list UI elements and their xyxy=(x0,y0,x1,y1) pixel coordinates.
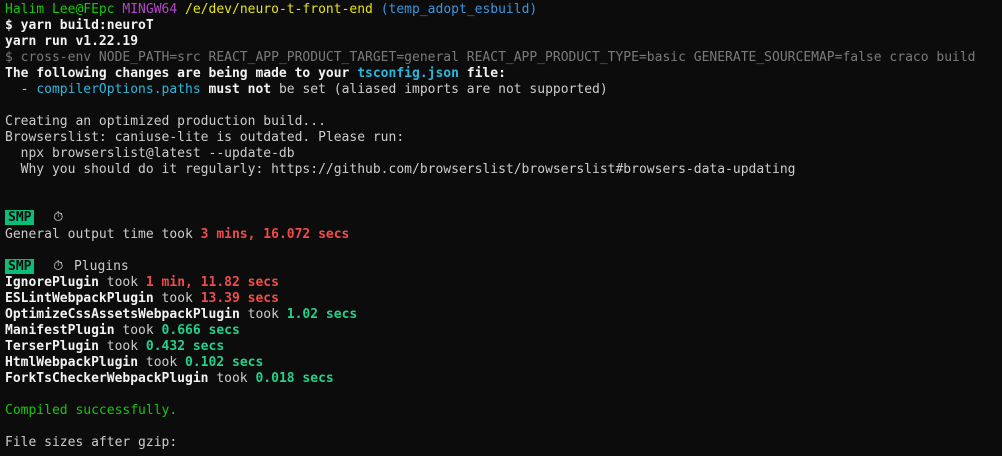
took-text: took xyxy=(98,275,146,290)
prompt-line: Halim Lee@FEpc MINGW64 /e/dev/neuro-t-fr… xyxy=(5,2,537,18)
creating-build: Creating an optimized production build..… xyxy=(5,114,326,129)
plugin-name: ForkTsCheckerWebpackPlugin xyxy=(5,371,209,386)
general-label: General output time took xyxy=(5,227,201,242)
prompt-symbol: $ xyxy=(5,18,13,33)
took-text: took xyxy=(239,307,287,322)
compiler-option: compilerOptions.paths xyxy=(36,82,201,97)
plugin-row: ForkTsCheckerWebpackPlugin took 0.018 se… xyxy=(5,371,334,387)
file-sizes-label: File sizes after gzip: xyxy=(5,435,178,450)
prompt-shell: MINGW64 xyxy=(122,2,178,17)
plugins-label: Plugins xyxy=(73,259,129,274)
took-text: took xyxy=(153,291,201,306)
yarn-version: yarn run v1.22.19 xyxy=(5,34,139,49)
script-command: $ cross-env NODE_PATH=src REACT_APP_PROD… xyxy=(5,50,976,65)
stopwatch-icon: ⏱ xyxy=(53,259,64,274)
prompt-user-host: Halim Lee@FEpc xyxy=(5,2,115,17)
general-output-time: General output time took 3 mins, 16.072 … xyxy=(5,227,349,243)
smp-general-header: SMP ⏱ xyxy=(5,210,66,226)
smp-badge: SMP xyxy=(5,259,35,274)
command-line: $ yarn build:neuroT xyxy=(5,18,154,34)
plugin-time: 0.102 secs xyxy=(185,355,264,370)
plugin-time: 0.018 secs xyxy=(255,371,334,386)
plugin-time: 1.02 secs xyxy=(286,307,358,322)
command-text: yarn build:neuroT xyxy=(20,18,154,33)
stopwatch-icon: ⏱ xyxy=(53,210,64,225)
tsconfig-file: tsconfig.json xyxy=(357,66,459,81)
prompt-branch: (temp_adopt_esbuild) xyxy=(380,2,538,17)
plugin-time: 0.666 secs xyxy=(161,323,240,338)
plugin-time: 0.432 secs xyxy=(145,339,225,354)
smp-badge: SMP xyxy=(5,210,35,225)
npx-command: npx browserslist@latest --update-db xyxy=(5,146,295,161)
plugin-name: OptimizeCssAssetsWebpackPlugin xyxy=(5,307,240,322)
took-text: took xyxy=(98,339,146,354)
took-text: took xyxy=(114,323,162,338)
bullet-dash: - xyxy=(5,82,37,97)
prompt-path: /e/dev/neuro-t-front-end xyxy=(185,2,373,17)
took-text: took xyxy=(208,371,256,386)
tsconfig-notice: The following changes are being made to … xyxy=(5,66,506,82)
must-not-text: must not xyxy=(200,82,272,97)
terminal-window[interactable]: Halim Lee@FEpc MINGW64 /e/dev/neuro-t-fr… xyxy=(0,0,1002,456)
plugin-name: ManifestPlugin xyxy=(5,323,115,338)
tsconfig-prefix: The following changes are being made to … xyxy=(5,66,358,81)
plugin-row: ESLintWebpackPlugin took 13.39 secs xyxy=(5,291,279,307)
plugin-name: TerserPlugin xyxy=(5,339,99,354)
took-text: took xyxy=(138,355,186,370)
tsconfig-rest: be set (aliased imports are not supporte… xyxy=(271,82,608,97)
plugin-time: 1 min, 11.82 secs xyxy=(145,275,279,290)
tsconfig-bullet: - compilerOptions.paths must not be set … xyxy=(5,82,608,98)
plugin-row: OptimizeCssAssetsWebpackPlugin took 1.02… xyxy=(5,307,357,323)
plugin-time: 13.39 secs xyxy=(200,291,279,306)
tsconfig-suffix: file: xyxy=(458,66,506,81)
plugin-name: HtmlWebpackPlugin xyxy=(5,355,139,370)
general-time-value: 3 mins, 16.072 secs xyxy=(200,227,350,242)
plugin-row: ManifestPlugin took 0.666 secs xyxy=(5,323,240,339)
why-update: Why you should do it regularly: https://… xyxy=(5,162,796,177)
smp-plugins-header: SMP ⏱ Plugins xyxy=(5,259,129,275)
plugin-row: IgnorePlugin took 1 min, 11.82 secs xyxy=(5,275,279,291)
compiled-success: Compiled successfully. xyxy=(5,403,178,418)
browserslist-warning: Browserslist: caniuse-lite is outdated. … xyxy=(5,130,405,145)
plugin-name: ESLintWebpackPlugin xyxy=(5,291,154,306)
plugin-row: HtmlWebpackPlugin took 0.102 secs xyxy=(5,355,263,371)
plugin-name: IgnorePlugin xyxy=(5,275,99,290)
plugin-row: TerserPlugin took 0.432 secs xyxy=(5,339,224,355)
